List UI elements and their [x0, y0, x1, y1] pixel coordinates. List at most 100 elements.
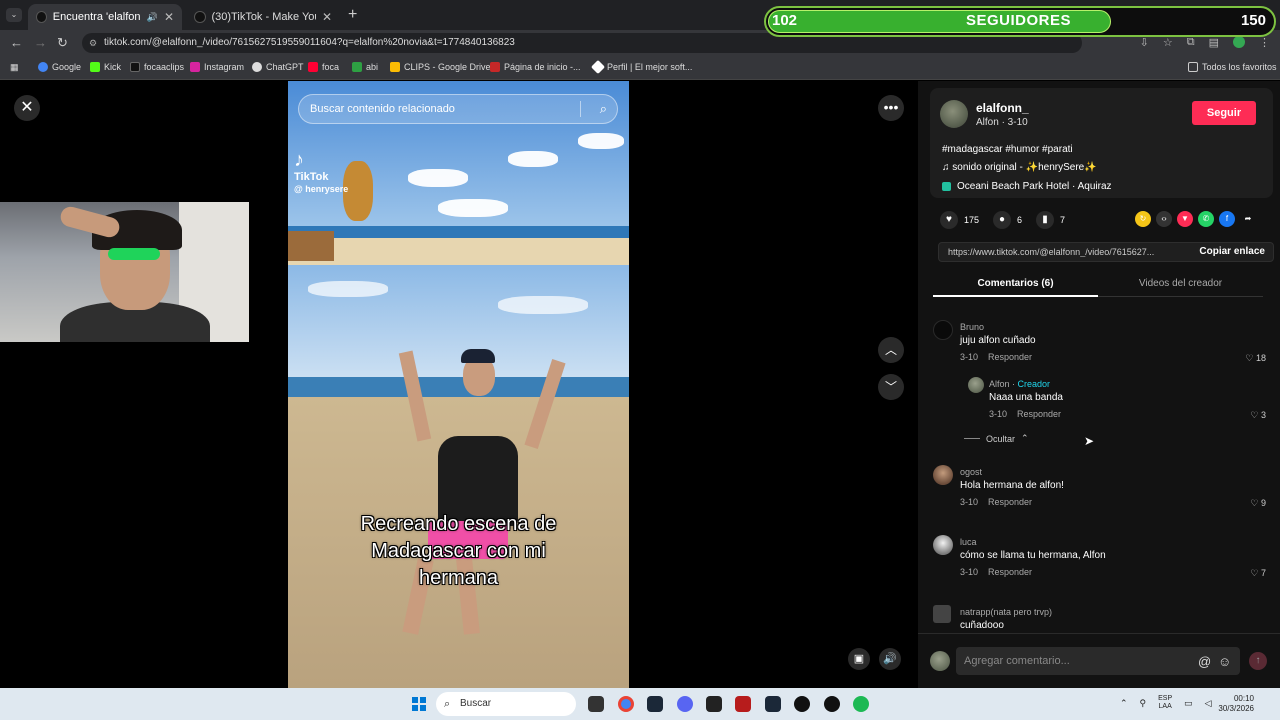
reply-button[interactable]: Responder [988, 497, 1032, 507]
reload-icon[interactable]: ↻ [57, 35, 68, 51]
post-comment-button[interactable]: ↑ [1249, 652, 1267, 670]
embed-icon[interactable]: ‹› [1156, 211, 1172, 227]
discord-icon[interactable] [677, 696, 693, 712]
taskbar-clock[interactable]: 00:10 30/3/2026 [1218, 694, 1254, 714]
commenter-avatar[interactable] [968, 377, 984, 393]
spotify-icon[interactable] [853, 696, 869, 712]
github-icon[interactable] [794, 696, 810, 712]
whatsapp-icon[interactable]: ✆ [1198, 211, 1214, 227]
bookmark-instagram[interactable]: Instagram [190, 62, 244, 72]
bookmark-clips[interactable]: CLIPS - Google Drive [390, 62, 491, 72]
author-name[interactable]: elalfonn_ [976, 101, 1029, 115]
share-icon[interactable]: ➦ [1240, 211, 1256, 227]
post-hashtags[interactable]: #madagascar #humor #parati [942, 144, 1073, 155]
reply-button[interactable]: Responder [1017, 409, 1061, 419]
comment-likes[interactable]: ♡ 18 [1245, 353, 1266, 364]
site-info-icon[interactable]: ⚙ [89, 33, 97, 53]
browser-menu-icon[interactable]: ⋮ [1259, 36, 1270, 49]
tiktok-favicon-icon [36, 11, 47, 23]
commenter-avatar[interactable] [933, 605, 951, 623]
bookmark-kick[interactable]: Kick [90, 62, 121, 72]
close-video-button[interactable]: ✕ [14, 95, 40, 121]
follow-button[interactable]: Seguir [1192, 101, 1256, 125]
next-video-button[interactable]: ﹀ [878, 374, 904, 400]
close-tab-icon[interactable]: ✕ [164, 10, 174, 24]
new-tab-button[interactable]: + [348, 6, 357, 24]
apps-grid-icon[interactable]: ▦ [10, 62, 19, 73]
app-g-icon[interactable] [824, 696, 840, 712]
facebook-icon[interactable]: f [1219, 211, 1235, 227]
volume-button[interactable]: 🔊 [879, 648, 901, 670]
taskbar-search[interactable]: ⌕ Buscar [436, 692, 576, 716]
search-icon[interactable]: ⌕ [600, 95, 607, 123]
comment-user[interactable]: Alfon · Creador [989, 379, 1050, 389]
tab-search-menu[interactable]: ⌄ [6, 8, 22, 22]
network-icon[interactable]: ▭ [1184, 698, 1193, 709]
speaker-icon[interactable]: 🔊 [147, 12, 158, 23]
bookmark-perfil[interactable]: Perfil | El mejor soft... [590, 59, 692, 75]
comment-stat[interactable]: ● 6 [993, 211, 1022, 229]
tray-chevron-icon[interactable]: ⌃ [1120, 698, 1128, 709]
windows-start-icon[interactable] [412, 697, 426, 711]
extensions-icon[interactable]: ⧉ [1187, 36, 1195, 49]
like-stat[interactable]: ♥ 175 [940, 211, 979, 229]
save-stat[interactable]: ▮ 7 [1036, 211, 1065, 229]
comment-likes[interactable]: ♡ 3 [1250, 410, 1266, 421]
video-link[interactable]: https://www.tiktok.com/@elalfonn_/video/… [948, 247, 1178, 257]
back-icon[interactable]: ← [10, 35, 23, 50]
language-indicator[interactable]: ESP LAA [1158, 695, 1172, 711]
mention-icon[interactable]: @ [1198, 654, 1211, 669]
video-editor-icon[interactable] [735, 696, 751, 712]
all-bookmarks[interactable]: Todos los favoritos [1188, 62, 1277, 72]
tab-tiktok-feed[interactable]: (30)TikTok - Make Your Day ✕ [186, 4, 340, 30]
steam-client-icon[interactable] [765, 696, 781, 712]
repost-icon[interactable]: ↻ [1135, 211, 1151, 227]
my-avatar[interactable] [930, 651, 950, 671]
post-location[interactable]: Oceani Beach Park Hotel · Aquiraz [942, 181, 1112, 192]
profile-avatar[interactable] [1233, 36, 1245, 48]
comment-likes[interactable]: ♡ 7 [1250, 568, 1266, 579]
comment-user[interactable]: natrapp(nata pero trvp) [960, 607, 1052, 617]
post-sound[interactable]: ♫ sonido original - ✨henrySere✨ [942, 162, 1097, 173]
comment-user[interactable]: ogost [960, 467, 982, 477]
floating-player-button[interactable]: ▣ [848, 648, 870, 670]
bookmark-focaaclips[interactable]: focaaclips [130, 62, 184, 72]
bookmark-google[interactable]: Google [38, 62, 81, 72]
commenter-avatar[interactable] [933, 535, 953, 555]
reply-button[interactable]: Responder [988, 567, 1032, 577]
task-view-icon[interactable] [588, 696, 604, 712]
commenter-avatar[interactable] [933, 465, 953, 485]
hide-replies-button[interactable]: Ocultar ⌃ [964, 433, 1029, 444]
comment-user[interactable]: luca [960, 537, 977, 547]
related-search-bar[interactable]: Buscar contenido relacionado ⌕ [298, 94, 618, 124]
volume-icon[interactable]: ◁ [1205, 698, 1212, 709]
bookmark-foca[interactable]: foca [308, 62, 339, 72]
commenter-avatar[interactable] [933, 320, 953, 340]
bookmark-chatgpt[interactable]: ChatGPT [252, 62, 304, 72]
comment-user[interactable]: Bruno [960, 322, 984, 332]
more-options-button[interactable]: ••• [878, 95, 904, 121]
follower-label: SEGUIDORES [966, 12, 1072, 29]
previous-video-button[interactable]: ︿ [878, 337, 904, 363]
steam-icon[interactable] [647, 696, 663, 712]
bookmark-abi[interactable]: abi [352, 62, 378, 72]
tab-comments[interactable]: Comentarios (6) [933, 278, 1098, 289]
tab-creator-videos[interactable]: Videos del creador [1098, 278, 1263, 289]
capcut-icon[interactable] [706, 696, 722, 712]
chrome-icon[interactable] [618, 696, 634, 712]
author-avatar[interactable] [940, 100, 968, 128]
send-icon[interactable]: ▼ [1177, 211, 1193, 227]
emoji-icon[interactable]: ☺ [1218, 654, 1231, 669]
bookmark-inicio[interactable]: Página de inicio -... [490, 62, 581, 72]
video-player[interactable]: ♪ TikTok @ henrysere Buscar contenido re… [288, 81, 629, 688]
tab-search-result[interactable]: Encuentra 'elalfon novia' en 🔊 ✕ [28, 4, 182, 30]
forward-icon[interactable]: → [34, 35, 47, 50]
sidebar-icon[interactable]: ▤ [1209, 36, 1219, 49]
comment-likes[interactable]: ♡ 9 [1250, 498, 1266, 509]
bookmark-star-icon[interactable]: ☆ [1163, 36, 1173, 49]
copy-link-button[interactable]: Copiar enlace [1199, 246, 1265, 257]
usb-icon[interactable]: ⚲ [1140, 698, 1147, 709]
install-icon[interactable]: ⇩ [1140, 36, 1149, 49]
reply-button[interactable]: Responder [988, 352, 1032, 362]
close-tab-icon[interactable]: ✕ [322, 10, 332, 24]
